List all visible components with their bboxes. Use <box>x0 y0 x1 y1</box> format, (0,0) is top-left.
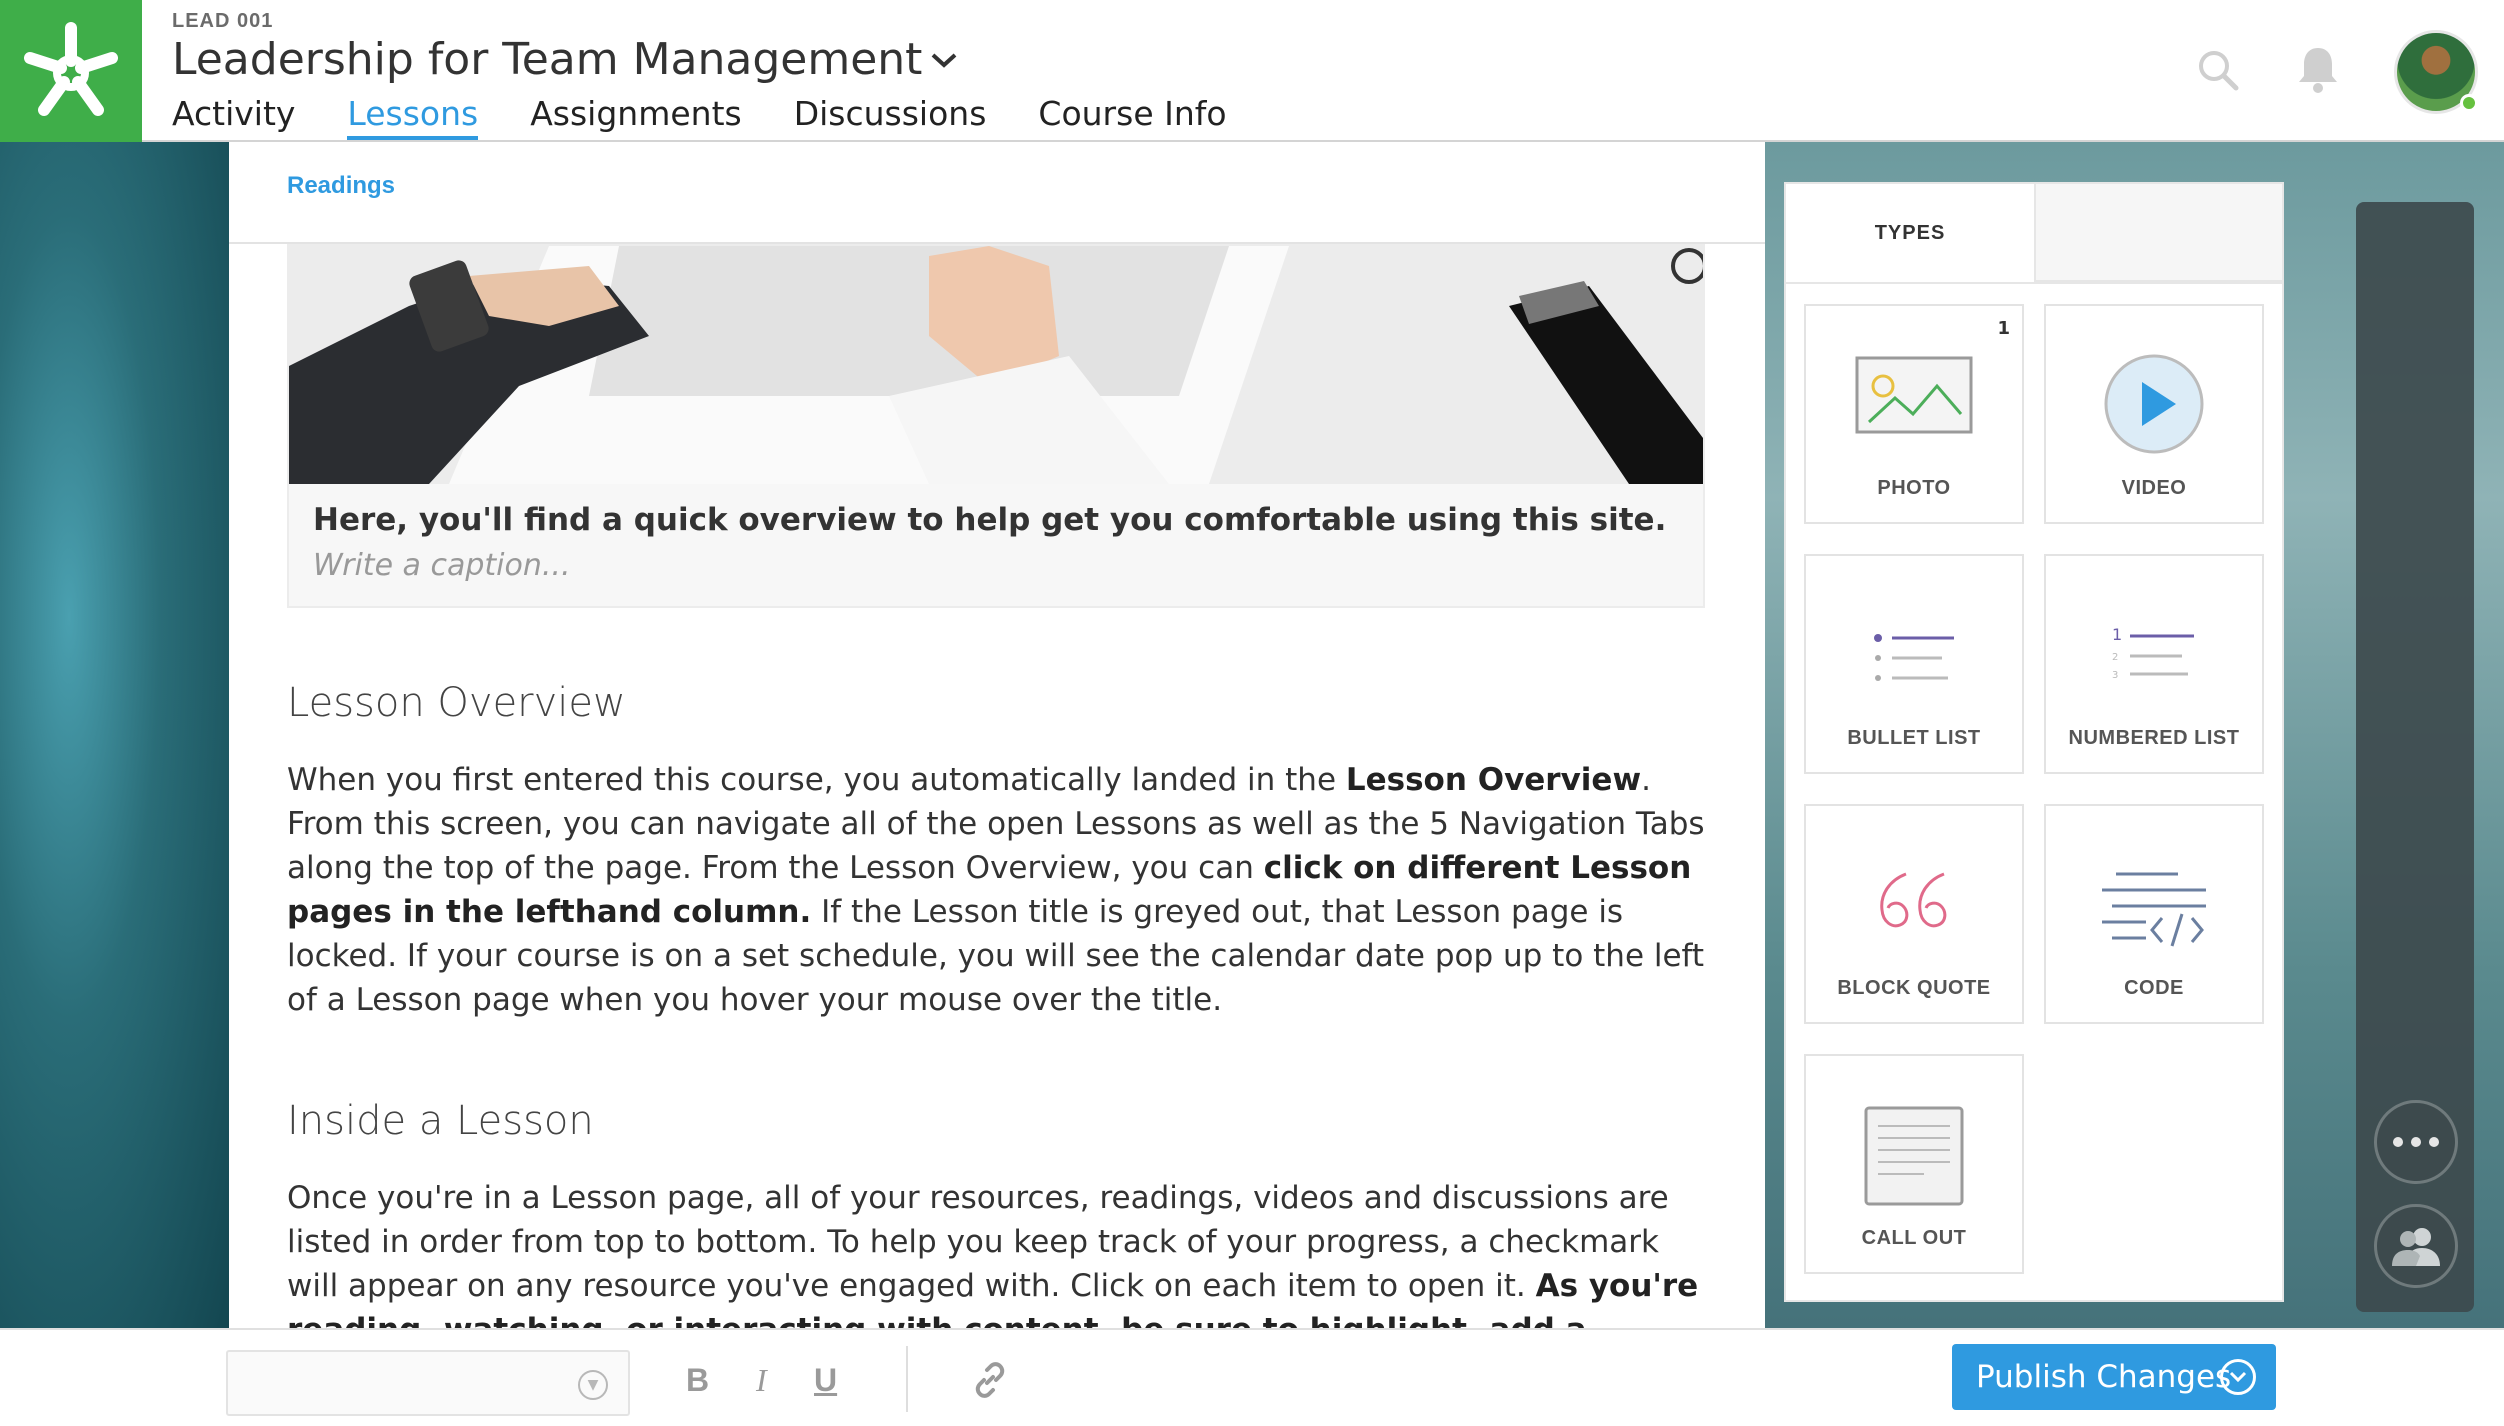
breadcrumb-readings[interactable]: Readings <box>287 172 395 199</box>
section-title-lesson-overview[interactable]: Lesson Overview <box>287 680 626 726</box>
type-tile-numbered-list[interactable]: 1 2 3 NUMBERED LIST <box>2044 554 2264 774</box>
callout-icon <box>1864 1106 1964 1206</box>
tab-assignments[interactable]: Assignments <box>530 94 742 140</box>
type-tile-bullet-list[interactable]: BULLET LIST <box>1804 554 2024 774</box>
type-tile-video[interactable]: VIDEO <box>2044 304 2264 524</box>
laptop-hands-photo <box>289 246 1703 484</box>
lesson-photo <box>289 246 1703 484</box>
video-play-icon <box>2104 354 2204 454</box>
editor-toolbar: ▼ B I U Publish Changes <box>0 1328 2504 1426</box>
type-label: VIDEO <box>2121 477 2187 499</box>
users-icon <box>2392 1228 2440 1266</box>
tab-lessons[interactable]: Lessons <box>347 94 478 140</box>
tab-types[interactable]: TYPES <box>1786 184 2034 282</box>
quote-icon <box>1880 872 1947 928</box>
type-label: BULLET LIST <box>1847 727 1981 749</box>
type-label: CODE <box>2124 977 2184 999</box>
top-header: LEAD 001 Leadership for Team Management … <box>0 0 2504 142</box>
online-status-dot <box>2460 94 2478 112</box>
tab-empty[interactable] <box>2033 184 2282 282</box>
course-nav: Activity Lessons Assignments Discussions… <box>172 94 1279 142</box>
numbered-list-icon: 1 2 3 <box>2112 626 2194 681</box>
chevron-down-icon <box>932 53 957 68</box>
paragraph-inside-lesson[interactable]: Once you're in a Lesson page, all of you… <box>287 1176 1707 1328</box>
svg-text:2: 2 <box>2112 652 2118 663</box>
tab-discussions[interactable]: Discussions <box>794 94 987 140</box>
text-style-select[interactable]: ▼ <box>226 1350 630 1416</box>
chevron-down-glyph <box>2229 1371 2247 1383</box>
svg-text:1: 1 <box>2112 626 2122 644</box>
italic-button[interactable]: I <box>756 1362 767 1399</box>
tab-course-info[interactable]: Course Info <box>1038 94 1226 140</box>
code-icon <box>2102 872 2206 947</box>
breadcrumb-bar: Readings <box>229 142 1765 244</box>
search-icon[interactable] <box>2196 48 2240 92</box>
bold-run: Lesson Overview <box>1345 762 1642 798</box>
lesson-editor: Readings Here, you'll find a quick overv… <box>229 142 1765 1328</box>
link-icon[interactable] <box>972 1362 1008 1398</box>
text-run: When you first entered this course, you … <box>287 762 1346 798</box>
more-options-button[interactable] <box>2374 1100 2458 1184</box>
photo-count-badge: 1 <box>1997 318 2010 339</box>
type-label: BLOCK QUOTE <box>1837 977 1991 999</box>
more-dots-icon <box>2393 1137 2439 1147</box>
paragraph-lesson-overview[interactable]: When you first entered this course, you … <box>287 758 1707 1022</box>
background-left <box>0 142 230 1328</box>
type-tile-block-quote[interactable]: BLOCK QUOTE <box>1804 804 2024 1024</box>
publish-changes-button[interactable]: Publish Changes <box>1952 1344 2276 1410</box>
app-logo[interactable] <box>0 0 142 142</box>
toolbar-divider <box>906 1346 908 1412</box>
chevron-down-icon[interactable] <box>2220 1359 2256 1395</box>
content-types-panel: TYPES 1 PHOTO VIDEO BULLET LIST 1 2 3 NU… <box>1784 182 2284 1302</box>
publish-label: Publish Changes <box>1976 1359 2232 1395</box>
chevron-down-icon: ▼ <box>578 1370 608 1400</box>
text-run: Once you're in a Lesson page, all of you… <box>287 1180 1669 1304</box>
caption-area[interactable]: Here, you'll find a quick overview to he… <box>289 484 1703 601</box>
tab-activity[interactable]: Activity <box>172 94 295 140</box>
caption-placeholder[interactable]: Write a caption... <box>313 548 1679 583</box>
bullet-list-icon <box>1874 634 1954 681</box>
image-caption[interactable]: Here, you'll find a quick overview to he… <box>313 502 1679 538</box>
course-title: Leadership for Team Management <box>172 34 923 85</box>
types-tabs: TYPES <box>1786 184 2282 284</box>
notifications-bell-icon[interactable] <box>2296 44 2340 94</box>
logo-star-icon <box>24 22 118 116</box>
course-title-dropdown[interactable]: Leadership for Team Management <box>172 34 958 85</box>
bold-button[interactable]: B <box>686 1362 709 1399</box>
type-label: PHOTO <box>1877 477 1951 499</box>
course-code: LEAD 001 <box>172 10 274 32</box>
type-tile-call-out[interactable]: CALL OUT <box>1804 1054 2024 1274</box>
type-label: NUMBERED LIST <box>2068 727 2240 749</box>
section-title-inside-lesson[interactable]: Inside a Lesson <box>287 1098 594 1144</box>
type-label: CALL OUT <box>1861 1227 1967 1249</box>
image-block[interactable]: Here, you'll find a quick overview to he… <box>287 244 1705 608</box>
participants-button[interactable] <box>2374 1204 2458 1288</box>
photo-icon <box>1855 356 1973 434</box>
type-tile-photo[interactable]: 1 PHOTO <box>1804 304 2024 524</box>
underline-button[interactable]: U <box>814 1362 837 1399</box>
svg-text:3: 3 <box>2112 670 2118 681</box>
type-tile-code[interactable]: CODE <box>2044 804 2264 1024</box>
